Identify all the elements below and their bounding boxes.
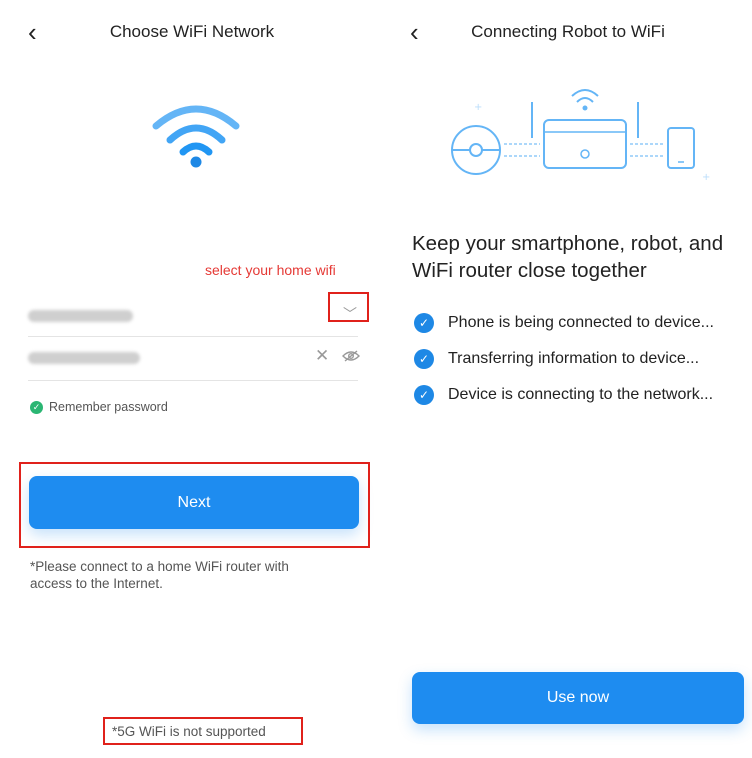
step-phone-connecting: ✓ Phone is being connected to device... — [414, 313, 714, 333]
choose-wifi-screen: ‹ Choose WiFi Network select your home w… — [0, 0, 384, 758]
annotation-select-wifi: select your home wifi — [205, 262, 336, 278]
connecting-robot-screen: ‹ Connecting Robot to WiFi + + Keep your… — [384, 0, 752, 758]
use-now-button[interactable]: Use now — [412, 672, 744, 724]
page-title: Choose WiFi Network — [109, 22, 275, 41]
step-device-connecting: ✓ Device is connecting to the network... — [414, 385, 713, 405]
wifi-network-select[interactable]: ﹀ — [28, 292, 358, 337]
annotation-highlight-5g — [103, 717, 303, 745]
step-label: Device is connecting to the network... — [448, 386, 714, 403]
check-icon: ✓ — [30, 400, 43, 414]
robot-router-phone-illustration: + + — [451, 89, 710, 183]
wifi-password-field[interactable]: ✕ — [28, 336, 360, 381]
check-circle-icon: ✓ — [414, 349, 434, 369]
router-note: *Please connect to a home WiFi router wi… — [30, 559, 289, 591]
remember-password-label: Remember password — [49, 400, 168, 414]
step-transferring: ✓ Transferring information to device... — [414, 349, 699, 369]
svg-text:+: + — [702, 172, 710, 183]
check-circle-icon: ✓ — [414, 385, 434, 405]
eye-hidden-icon[interactable] — [342, 350, 360, 362]
svg-text:+: + — [474, 102, 482, 113]
page-title: Connecting Robot to WiFi — [471, 22, 665, 41]
annotation-highlight-dropdown — [328, 292, 369, 322]
step-label: Phone is being connected to device... — [448, 314, 714, 331]
blurred-password — [28, 352, 140, 364]
step-label: Transferring information to device... — [448, 350, 700, 367]
clear-icon[interactable]: ✕ — [315, 346, 329, 366]
annotation-highlight-next — [19, 462, 370, 548]
headline: Keep your smartphone, robot, and WiFi ro… — [412, 232, 724, 282]
remember-password-toggle[interactable]: ✓ Remember password — [30, 400, 168, 414]
wifi-icon — [152, 105, 240, 168]
blurred-wifi-name — [28, 310, 133, 322]
check-circle-icon: ✓ — [414, 313, 434, 333]
